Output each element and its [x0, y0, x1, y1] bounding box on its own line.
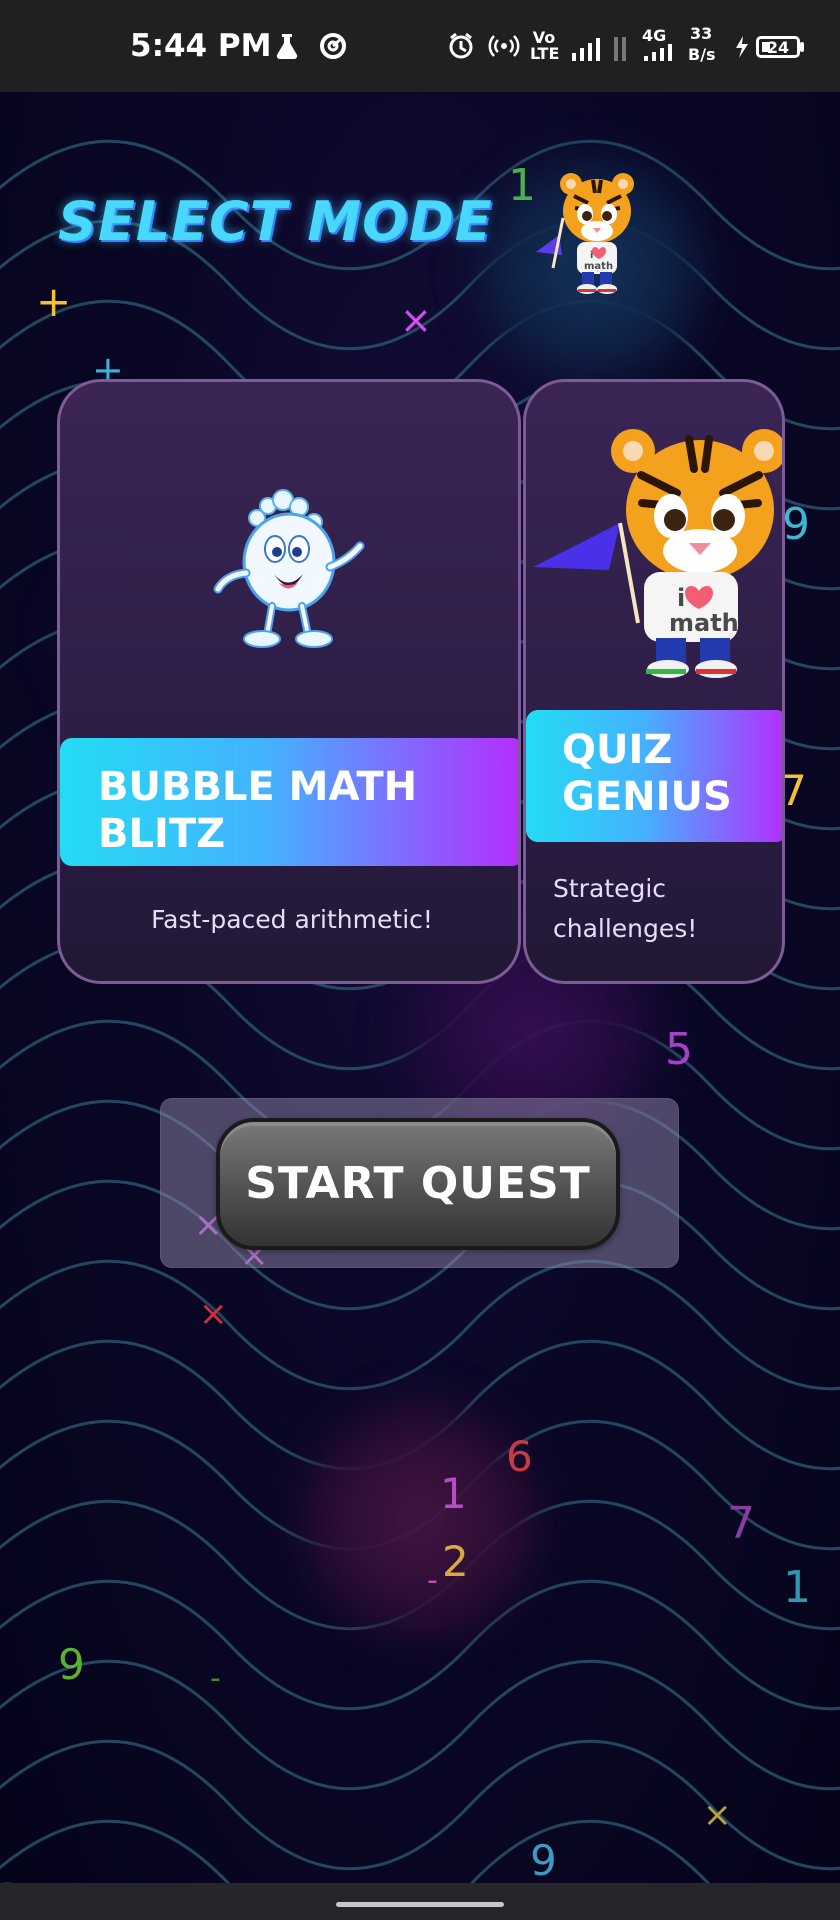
bubble-mascot-icon	[213, 489, 365, 648]
floating-number: 5	[665, 1024, 693, 1075]
lab-icon	[276, 34, 298, 60]
floating-symbol: ×	[400, 298, 432, 342]
floating-symbol: ×	[199, 1294, 228, 1334]
floating-number: 6	[506, 1432, 533, 1481]
mode-description-line: challenges!	[553, 914, 698, 943]
floating-number: 2	[442, 1537, 469, 1586]
tiger-shirt-text: math	[669, 609, 739, 637]
mode-card-bubble-math-blitz[interactable]: BUBBLE MATH BLITZ Fast-paced arithmetic!	[57, 379, 521, 984]
floating-number: 7	[727, 1498, 755, 1549]
signal-icon	[572, 38, 600, 61]
battery-icon: 24	[756, 36, 800, 58]
tiger-shirt-text: math	[584, 261, 613, 272]
floating-symbol: ×	[703, 1795, 732, 1835]
mode-title-line: QUIZ	[562, 727, 673, 773]
floating-symbol: +	[36, 277, 72, 326]
mode-card-title-band: BUBBLE MATH BLITZ	[60, 738, 518, 866]
start-quest-button[interactable]: START QUEST	[216, 1118, 620, 1250]
network-4g-label: 4G	[642, 26, 667, 45]
mode-title-line: BLITZ	[98, 811, 226, 858]
floating-number: 9	[782, 499, 810, 550]
floating-number: 9	[58, 1640, 85, 1689]
floating-symbol: -	[210, 1661, 221, 1696]
mode-title-line: BUBBLE MATH	[98, 764, 418, 810]
status-bar: 5:44 PM Vo LTE 4G 33 B/s 24	[0, 0, 840, 92]
floating-number: 1	[508, 160, 536, 211]
tiger-mascot-icon: i math	[533, 429, 782, 678]
mode-description: Strategic challenges!	[553, 869, 773, 949]
battery-level: 24	[766, 38, 790, 57]
mode-card-title-band: QUIZ GENIUS	[526, 710, 782, 842]
signal-icon	[614, 37, 626, 61]
floating-number: 9	[530, 1836, 557, 1885]
background-glow	[290, 1390, 550, 1650]
mode-card-quiz-genius[interactable]: i math QUIZ GENIUS Strategic challenges!	[523, 379, 785, 984]
floating-number: 1	[783, 1562, 811, 1613]
alarm-icon	[449, 32, 473, 59]
tiger-mascot-icon: i math	[536, 173, 634, 294]
mode-title-line: GENIUS	[562, 773, 732, 820]
network-speed-value: 33	[690, 24, 713, 43]
mode-description: Fast-paced arithmetic!	[151, 905, 433, 934]
home-indicator[interactable]	[336, 1902, 504, 1907]
mode-description-line: Strategic	[553, 874, 667, 903]
tiger-shirt-text: i	[677, 584, 685, 612]
page-title: SELECT MODE	[58, 190, 493, 253]
network-speed-unit: B/s	[688, 45, 716, 64]
hotspot-icon	[488, 35, 520, 57]
network-label: Vo LTE	[530, 28, 560, 63]
floating-symbol: -	[427, 1563, 438, 1598]
status-time: 5:44 PM	[130, 28, 272, 64]
target-icon	[320, 33, 346, 59]
charging-icon	[736, 36, 748, 58]
signal-icon	[644, 44, 672, 61]
floating-number: 1	[440, 1469, 467, 1518]
